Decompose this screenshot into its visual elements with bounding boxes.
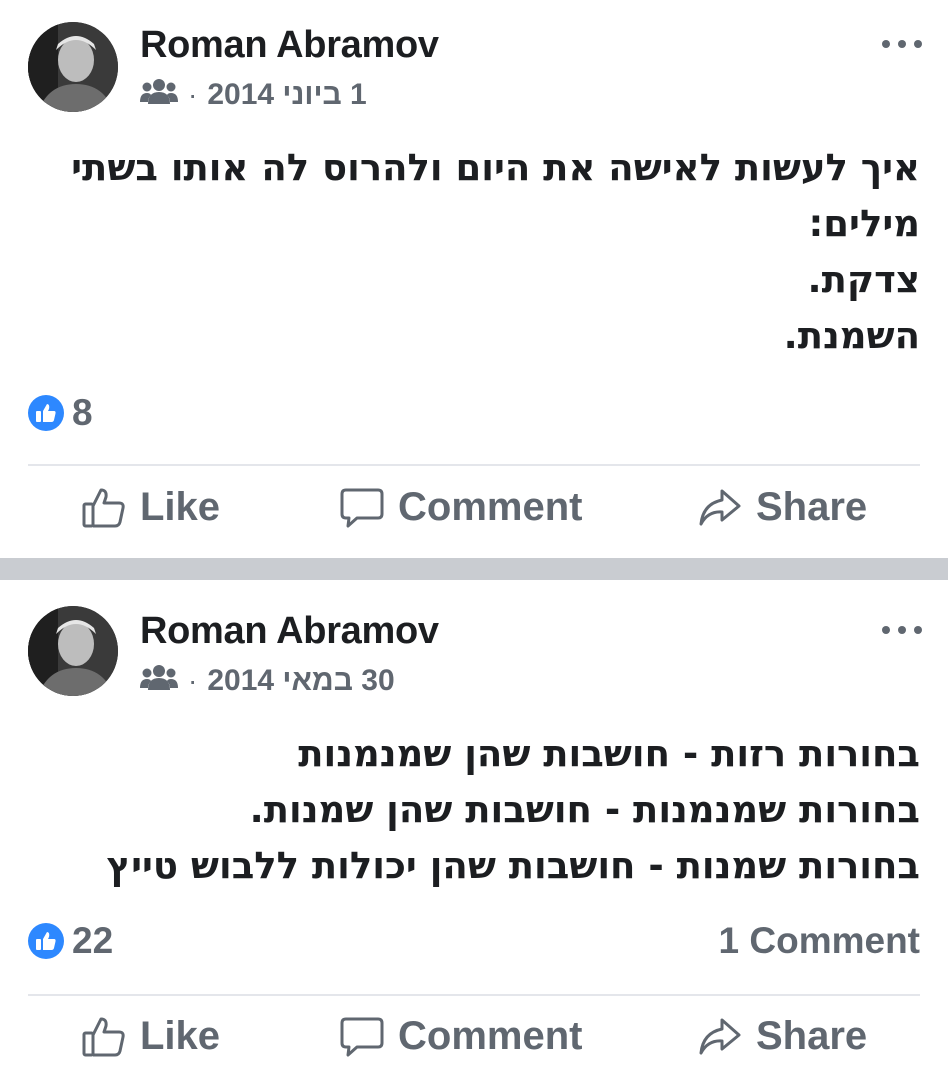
divider — [28, 994, 920, 996]
like-reaction-icon — [28, 395, 64, 431]
share-button[interactable]: Share — [698, 1014, 867, 1059]
post-meta: · 30 במאי 2014 — [140, 664, 395, 698]
post-2: Roman Abramov · 30 במאי 2014 בחורות רזות… — [0, 580, 948, 1090]
comment-label: Comment — [398, 1014, 583, 1058]
post-text: בחורות רזות - חושבות שהן שמנמנות בחורות … — [28, 726, 920, 894]
post-text-line: איך לעשות לאישה את היום ולהרוס לה אותו ב… — [71, 146, 920, 189]
post-text-line: מילים: — [808, 202, 920, 245]
share-label: Share — [756, 1014, 868, 1058]
separator-dot: · — [188, 79, 198, 110]
reaction-count: 8 — [72, 392, 93, 433]
comment-button[interactable]: Comment — [340, 1014, 582, 1059]
feed-separator — [0, 558, 948, 580]
post-text: איך לעשות לאישה את היום ולהרוס לה אותו ב… — [28, 140, 920, 364]
post-text-line: בחורות רזות - חושבות שהן שמנמנות — [298, 732, 920, 775]
post-date[interactable]: 30 במאי 2014 — [207, 664, 394, 698]
friends-icon — [140, 664, 178, 698]
share-button[interactable]: Share — [698, 485, 867, 530]
comment-bubble-icon — [340, 487, 384, 529]
action-bar: Like Comment Share — [0, 1014, 948, 1074]
more-options-icon[interactable] — [882, 36, 922, 52]
thumbs-up-icon — [82, 487, 126, 529]
divider — [28, 464, 920, 466]
author-avatar[interactable] — [28, 606, 118, 696]
action-bar: Like Comment Share — [0, 485, 948, 545]
like-button[interactable]: Like — [82, 1014, 220, 1059]
thumbs-up-icon — [82, 1016, 126, 1058]
post-date[interactable]: 1 ביוני 2014 — [207, 78, 366, 112]
share-arrow-icon — [698, 1016, 742, 1058]
post-text-line: השמנת. — [783, 314, 920, 357]
like-label: Like — [140, 485, 221, 529]
share-label: Share — [756, 485, 868, 529]
author-name[interactable]: Roman Abramov — [140, 24, 439, 67]
comment-bubble-icon — [340, 1016, 384, 1058]
post-text-line: בחורות שמנמנות - חושבות שהן שמנות. — [249, 788, 920, 831]
like-label: Like — [140, 1014, 221, 1058]
share-arrow-icon — [698, 487, 742, 529]
friends-icon — [140, 78, 178, 112]
post-1: Roman Abramov · 1 ביוני 2014 איך לעשות ל… — [0, 0, 948, 558]
reaction-count: 22 — [72, 920, 114, 961]
like-button[interactable]: Like — [82, 485, 220, 530]
separator-dot: · — [188, 665, 198, 696]
author-avatar[interactable] — [28, 22, 118, 112]
reactions-summary[interactable]: 22 — [28, 920, 113, 962]
comment-label: Comment — [398, 485, 583, 529]
comment-count-link[interactable]: 1 Comment — [719, 920, 920, 962]
comment-button[interactable]: Comment — [340, 485, 582, 530]
post-text-line: צדקת. — [807, 258, 920, 301]
like-reaction-icon — [28, 923, 64, 959]
author-name[interactable]: Roman Abramov — [140, 610, 439, 653]
post-text-line: בחורות שמנות - חושבות שהן יכולות ללבוש ט… — [106, 844, 920, 887]
reactions-summary[interactable]: 8 — [28, 392, 93, 434]
more-options-icon[interactable] — [882, 622, 922, 638]
post-meta: · 1 ביוני 2014 — [140, 78, 367, 112]
